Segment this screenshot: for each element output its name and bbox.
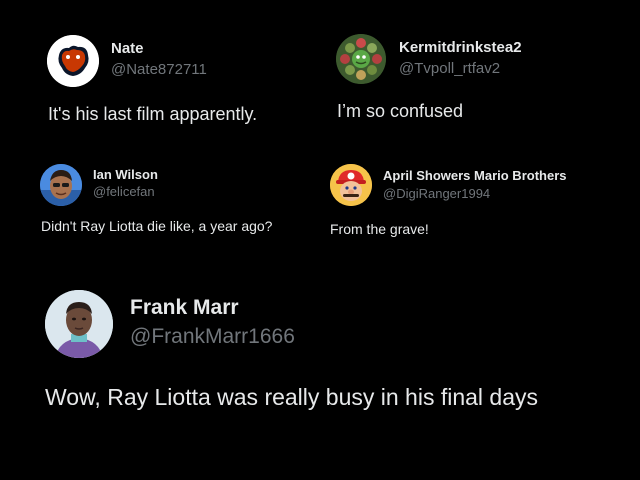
mario-avatar-icon[interactable] (330, 164, 372, 206)
post-author-handle[interactable]: @felicefan (93, 184, 155, 199)
post-author-name[interactable]: Ian Wilson (93, 167, 158, 182)
post-author-handle[interactable]: @DigiRanger1994 (383, 186, 490, 201)
post-author-name[interactable]: Frank Marr (130, 296, 239, 320)
person-face-avatar-icon[interactable] (40, 164, 82, 206)
kermit-wreath-avatar-icon[interactable] (336, 34, 386, 84)
post-author-name[interactable]: Kermitdrinkstea2 (399, 39, 522, 56)
post-text: I’m so confused (337, 101, 464, 121)
post-author-handle[interactable]: @FrankMarr1666 (130, 325, 295, 349)
post-text: Didn't Ray Liotta die like, a year ago? (41, 218, 273, 234)
post-author-name[interactable]: Nate (111, 40, 144, 57)
post-text: It's his last film apparently. (48, 104, 258, 124)
post-text: From the grave! (330, 221, 429, 237)
post-author-handle[interactable]: @Nate872711 (111, 61, 207, 78)
post-author-name[interactable]: April Showers Mario Brothers (383, 168, 566, 183)
post-text: Wow, Ray Liotta was really busy in his f… (45, 384, 539, 410)
post-author-handle[interactable]: @Tvpoll_rtfav2 (399, 60, 500, 77)
chicago-bears-logo-icon[interactable] (47, 35, 99, 87)
person-portrait-avatar-icon[interactable] (45, 290, 113, 358)
